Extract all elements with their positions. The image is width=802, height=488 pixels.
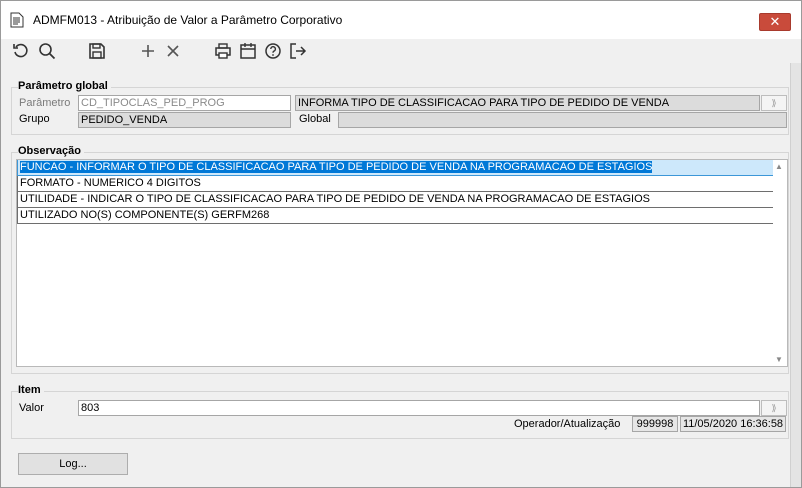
help-icon[interactable] (263, 41, 283, 61)
observacao-scrollbar[interactable]: ▲ ▼ (773, 160, 787, 366)
delete-icon[interactable] (163, 41, 183, 61)
window-title: ADMFM013 - Atribuição de Valor a Parâmet… (33, 13, 343, 27)
observacao-list[interactable]: FUNCAO - INFORMAR O TIPO DE CLASSIFICACA… (16, 159, 788, 367)
parametro-label: Parâmetro (19, 97, 71, 109)
list-item[interactable]: FORMATO - NUMERICO 4 DIGITOS (17, 176, 774, 192)
scroll-up-icon[interactable]: ▲ (775, 162, 783, 171)
global-label: Global (299, 113, 331, 125)
list-item[interactable]: UTILIDADE - INDICAR O TIPO DE CLASSIFICA… (17, 192, 774, 208)
exit-icon[interactable] (288, 41, 308, 61)
item-legend: Item (18, 384, 44, 396)
parametro-field[interactable]: CD_TIPOCLAS_PED_PROG (78, 95, 291, 111)
atualizacao-field: 11/05/2020 16:36:58 (680, 416, 786, 432)
valor-field[interactable]: 803 (78, 400, 760, 416)
list-item-text: UTILIDADE - INDICAR O TIPO DE CLASSIFICA… (20, 193, 650, 205)
window-scrollbar[interactable] (790, 63, 801, 487)
document-icon (10, 12, 24, 28)
global-field (338, 112, 787, 128)
list-item-text: FORMATO - NUMERICO 4 DIGITOS (20, 177, 201, 189)
list-item-text: UTILIZADO NO(S) COMPONENTE(S) GERFM268 (20, 209, 270, 221)
parametro-description-field: INFORMA TIPO DE CLASSIFICACAO PARA TIPO … (295, 95, 760, 111)
log-button[interactable]: Log... (18, 453, 128, 475)
search-icon[interactable] (37, 41, 57, 61)
calendar-icon[interactable] (238, 41, 258, 61)
operador-field: 999998 (632, 416, 678, 432)
list-item[interactable]: FUNCAO - INFORMAR O TIPO DE CLASSIFICACA… (17, 160, 774, 176)
operador-label: Operador/Atualização (514, 418, 621, 430)
valor-label: Valor (19, 402, 44, 414)
grupo-label: Grupo (19, 113, 50, 125)
print-icon[interactable] (213, 41, 233, 61)
grupo-field: PEDIDO_VENDA (78, 112, 291, 128)
toolbar (1, 39, 801, 63)
save-icon[interactable] (87, 41, 107, 61)
lookup-icon: ⟫ (771, 403, 777, 413)
main-window: ADMFM013 - Atribuição de Valor a Parâmet… (0, 0, 802, 488)
observacao-legend: Observação (18, 145, 84, 157)
valor-lookup-button[interactable]: ⟫ (761, 400, 787, 416)
list-item-text: FUNCAO - INFORMAR O TIPO DE CLASSIFICACA… (20, 161, 653, 173)
parametro-lookup-button[interactable]: ⟫ (761, 95, 787, 111)
refresh-icon[interactable] (11, 41, 31, 61)
parametro-global-legend: Parâmetro global (18, 80, 111, 92)
scroll-down-icon[interactable]: ▼ (775, 355, 783, 364)
lookup-icon: ⟫ (771, 98, 777, 108)
list-item[interactable]: UTILIZADO NO(S) COMPONENTE(S) GERFM268 (17, 208, 774, 224)
title-bar: ADMFM013 - Atribuição de Valor a Parâmet… (1, 1, 801, 39)
add-icon[interactable] (138, 41, 158, 61)
close-button[interactable]: ✕ (759, 13, 791, 31)
